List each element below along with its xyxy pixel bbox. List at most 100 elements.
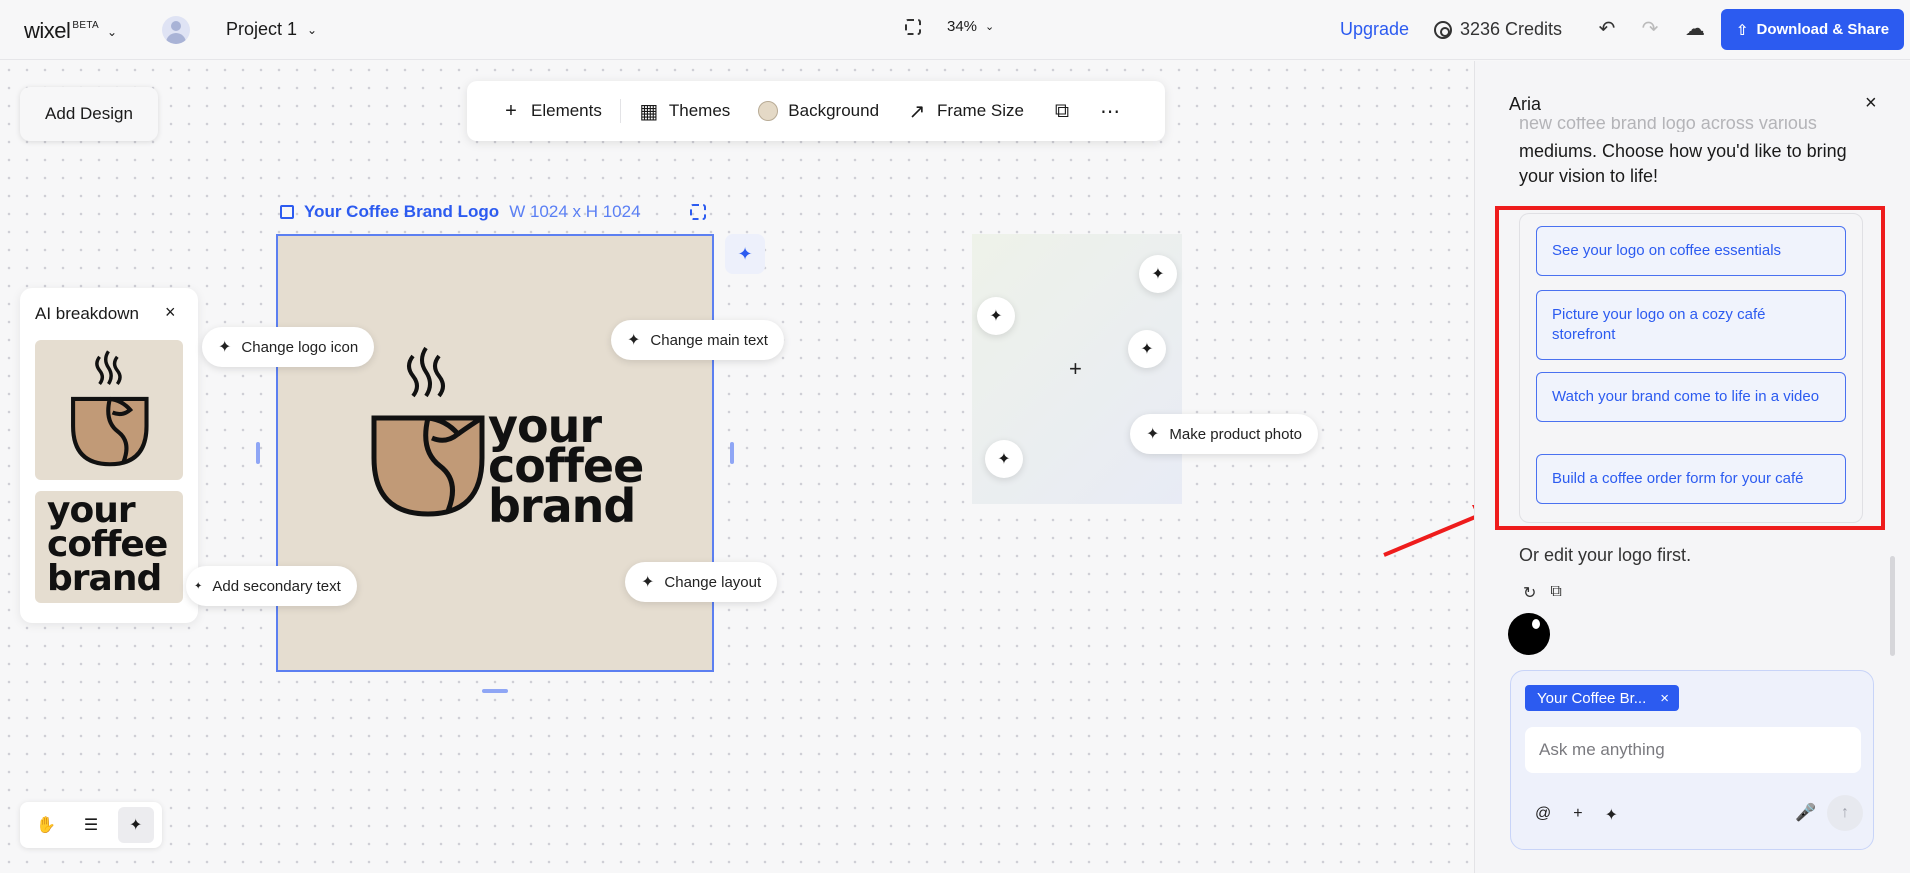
context-chip[interactable]: Your Coffee Br... ×: [1525, 685, 1680, 711]
chat-tools: @ + ✦: [1535, 805, 1618, 825]
change-logo-icon-label: Change logo icon: [241, 338, 359, 356]
add-frame-icon: ⧉: [1054, 99, 1070, 122]
zoom-controls: 34% ⌄: [905, 18, 994, 35]
change-logo-icon-pill[interactable]: ✦ Change logo icon: [202, 327, 375, 367]
cloud-save-icon[interactable]: ☁: [1682, 16, 1708, 42]
beta-badge: BETA: [72, 20, 99, 31]
plus-icon[interactable]: +: [1069, 356, 1082, 382]
themes-icon: ▦: [639, 100, 659, 123]
annotation-highlight-box: [1495, 206, 1885, 530]
mention-icon[interactable]: @: [1535, 805, 1551, 825]
change-main-text-pill[interactable]: ✦ Change main text: [611, 320, 784, 360]
copy-icon[interactable]: ⧉: [1550, 583, 1561, 603]
background-swatch-icon: [758, 101, 779, 121]
panel-title: Aria: [1509, 94, 1542, 114]
themes-label: Themes: [668, 101, 731, 120]
design-canvas[interactable]: Add Design + Elements ▦ Themes Backgroun…: [0, 61, 1500, 873]
assistant-message: new coffee brand logo across various med…: [1519, 117, 1859, 189]
chevron-down-icon: ⌄: [307, 22, 318, 37]
sparkle-icon: ✦: [194, 580, 203, 592]
coffee-cup-thumbnail-icon: [71, 350, 149, 467]
chevron-down-icon: ⌄: [106, 25, 118, 39]
frame-dimensions: W 1024 x H 1024: [509, 202, 641, 221]
resize-icon: ↗: [908, 100, 926, 123]
frame-title[interactable]: Your Coffee Brand Logo W 1024 x H 1024: [280, 202, 641, 222]
layers-icon[interactable]: ☰: [73, 807, 109, 843]
avatar[interactable]: [162, 16, 190, 44]
close-icon[interactable]: ×: [1660, 690, 1669, 707]
ai-edit-badge-icon[interactable]: ✦: [725, 234, 765, 274]
background-label: Background: [788, 101, 880, 120]
sparkle-icon[interactable]: ✦: [985, 440, 1023, 478]
sparkle-icon[interactable]: ✦: [1128, 330, 1166, 368]
resize-handle-bottom[interactable]: [482, 689, 508, 693]
download-share-button[interactable]: ⇧ Download & Share: [1721, 9, 1904, 50]
regenerate-icon[interactable]: ↻: [1523, 583, 1536, 603]
make-product-photo-pill[interactable]: ✦ Make product photo: [1130, 414, 1318, 454]
brand-menu[interactable]: wixel BETA ⌄: [24, 18, 117, 44]
logo-artboard[interactable]: your coffee brand: [276, 234, 714, 672]
aria-avatar: [1508, 613, 1550, 655]
sparkle-icon[interactable]: ✦: [977, 297, 1015, 335]
background-button[interactable]: Background: [744, 93, 893, 129]
ai-breakdown-title: AI breakdown: [35, 304, 139, 323]
credits-label: 3236 Credits: [1460, 19, 1563, 39]
change-layout-pill[interactable]: ✦ Change layout: [625, 562, 778, 602]
upgrade-link[interactable]: Upgrade: [1340, 19, 1409, 40]
logo-icon-thumbnail[interactable]: [35, 340, 183, 480]
ask-input[interactable]: Ask me anything: [1525, 727, 1861, 773]
ai-sparkle-tool-icon[interactable]: ✦: [117, 807, 154, 843]
logo-wordmark[interactable]: your coffee brand: [488, 403, 644, 533]
add-secondary-text-pill[interactable]: ✦ Add secondary text: [186, 566, 357, 606]
canvas-toolbar: + Elements ▦ Themes Background ↗ Frame S…: [467, 81, 1165, 141]
message-actions: ↻ ⧉: [1523, 583, 1562, 603]
project-selector[interactable]: Project 1 ⌄: [226, 19, 317, 40]
frame-name: Your Coffee Brand Logo: [304, 202, 500, 221]
project-name: Project 1: [226, 19, 298, 39]
elements-button[interactable]: + Elements: [487, 93, 616, 129]
more-icon: ⋯: [1099, 100, 1120, 123]
more-options-button[interactable]: ⋯: [1086, 93, 1134, 129]
redo-icon[interactable]: ↷: [1637, 16, 1663, 42]
frame-size-label: Frame Size: [937, 101, 1024, 120]
add-design-button[interactable]: Add Design: [20, 87, 158, 141]
plus-icon[interactable]: +: [1573, 805, 1582, 825]
resize-handle-left[interactable]: [256, 442, 260, 464]
change-main-text-label: Change main text: [650, 331, 768, 349]
aria-assistant-panel: Aria × new coffee brand logo across vari…: [1474, 61, 1910, 873]
send-button[interactable]: ↑: [1827, 795, 1863, 831]
microphone-icon[interactable]: 🎤: [1795, 803, 1816, 823]
focus-frame-icon[interactable]: [690, 204, 706, 220]
panel-scrollbar[interactable]: [1890, 556, 1895, 656]
upload-icon: ⇧: [1735, 21, 1749, 39]
canvas-tool-switcher: ✋ ☰ ✦: [20, 802, 162, 848]
make-product-photo-label: Make product photo: [1169, 425, 1302, 443]
sparkle-icon: ✦: [218, 339, 232, 356]
resize-handle-right[interactable]: [730, 442, 734, 464]
ai-settings-icon[interactable]: ✦: [1605, 805, 1618, 825]
sparkle-icon: ✦: [641, 574, 655, 591]
add-frame-button[interactable]: ⧉: [1038, 93, 1086, 129]
chat-input-box: Your Coffee Br... × Ask me anything @ + …: [1510, 670, 1874, 850]
sparkle-icon: ✦: [627, 332, 641, 349]
credits-display[interactable]: 3236 Credits: [1434, 19, 1562, 40]
undo-icon[interactable]: ↶: [1594, 16, 1620, 42]
page-icon: [280, 205, 294, 219]
fit-to-screen-icon[interactable]: [905, 18, 921, 35]
wordmark-thumbnail-text: your coffee brand: [47, 493, 168, 599]
close-icon[interactable]: ×: [1865, 92, 1877, 115]
close-icon[interactable]: ×: [165, 302, 176, 323]
assistant-message-faded: new coffee brand logo across various: [1519, 117, 1817, 132]
zoom-dropdown[interactable]: 34% ⌄: [947, 18, 994, 35]
frame-size-button[interactable]: ↗ Frame Size: [893, 93, 1038, 129]
sparkle-icon[interactable]: ✦: [1139, 255, 1177, 293]
brand-name: wixel: [24, 18, 71, 43]
edit-logo-prompt: Or edit your logo first.: [1519, 545, 1692, 565]
logo-text-line-3: brand: [488, 479, 636, 533]
add-secondary-text-label: Add secondary text: [212, 577, 341, 595]
thumb-text-line-3: brand: [47, 558, 162, 599]
wordmark-thumbnail[interactable]: your coffee brand: [35, 491, 183, 603]
themes-button[interactable]: ▦ Themes: [625, 93, 744, 129]
hand-tool-icon[interactable]: ✋: [28, 807, 64, 843]
coffee-cup-logo-icon[interactable]: [368, 346, 488, 521]
